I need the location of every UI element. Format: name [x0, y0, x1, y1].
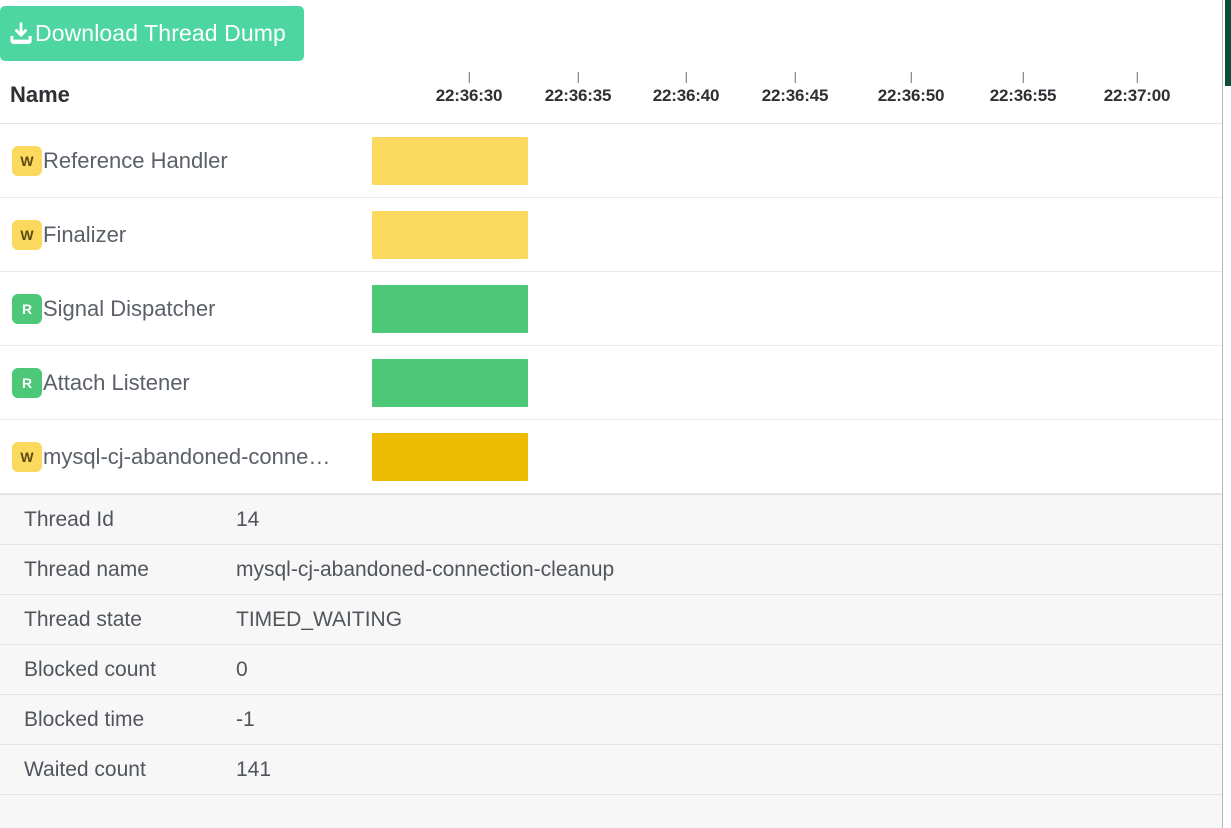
- axis-tick-mark: [1022, 72, 1024, 83]
- thread-state-badge: R: [12, 368, 42, 398]
- detail-key: Thread name: [24, 557, 149, 581]
- download-icon: [8, 21, 34, 47]
- download-thread-dump-button[interactable]: Download Thread Dump: [0, 6, 304, 61]
- thread-row[interactable]: Wmysql-cj-abandoned-conne…: [0, 420, 1222, 494]
- right-scrollbar[interactable]: [1222, 0, 1231, 828]
- thread-state-badge: W: [12, 442, 42, 472]
- axis-tick: 22:36:50: [878, 72, 944, 106]
- thread-state-badge: W: [12, 220, 42, 250]
- detail-value: 14: [236, 507, 260, 531]
- thread-rows: W Reference Handler W Finalizer R Signal Disp…: [0, 124, 1222, 494]
- thread-timeline-bar[interactable]: [372, 359, 528, 407]
- thread-detail-table: Thread Id 14 Thread name mysql-cj-abandoned…: [0, 494, 1222, 828]
- axis-tick: 22:36:30: [436, 72, 502, 106]
- axis-tick: 22:36:55: [990, 72, 1056, 106]
- detail-key: Blocked count: [24, 657, 156, 681]
- detail-value: 0: [236, 657, 248, 681]
- detail-row: [0, 795, 1222, 828]
- axis-tick-mark: [910, 72, 912, 83]
- thread-state-badge: W: [12, 146, 42, 176]
- timeline-header: Name 22:36:30 22:36:35 22:36:40 22:36:45 22:…: [0, 66, 1222, 124]
- axis-tick-label: 22:36:50: [877, 86, 945, 105]
- axis-tick-label: 22:37:00: [1103, 86, 1171, 105]
- thread-row[interactable]: R Signal Dispatcher: [0, 272, 1222, 346]
- axis-tick-label: 22:36:40: [652, 86, 720, 105]
- thread-row[interactable]: W Finalizer: [0, 198, 1222, 272]
- detail-value: 141: [236, 757, 272, 781]
- thread-timeline-bar[interactable]: [372, 211, 528, 259]
- axis-tick: 22:37:00: [1104, 72, 1170, 106]
- thread-name: Finalizer: [43, 222, 127, 247]
- thread-row-label: R Attach Listener: [12, 346, 190, 420]
- detail-row: Thread Id 14: [0, 495, 1222, 545]
- thread-name: Reference Handler: [43, 148, 228, 173]
- thread-state-badge: R: [12, 294, 42, 324]
- axis-tick-mark: [468, 72, 470, 83]
- download-thread-dump-label: Download Thread Dump: [35, 20, 286, 46]
- detail-row: Blocked time -1: [0, 695, 1222, 745]
- detail-row: Waited count 141: [0, 745, 1222, 795]
- axis-tick-label: 22:36:30: [435, 86, 503, 105]
- thread-row-label: R Signal Dispatcher: [12, 272, 215, 346]
- thread-timeline-bar[interactable]: [372, 137, 528, 185]
- scrollbar-thumb[interactable]: [1225, 0, 1231, 86]
- axis-tick-label: 22:36:35: [544, 86, 612, 105]
- detail-value: mysql-cj-abandoned-connection-cleanup: [236, 557, 615, 581]
- thread-name: Attach Listener: [43, 370, 190, 395]
- axis-tick-mark: [577, 72, 579, 83]
- detail-key: Waited count: [24, 757, 146, 781]
- detail-row: Blocked count 0: [0, 645, 1222, 695]
- thread-timeline-bar[interactable]: [372, 433, 528, 481]
- toolbar: Download Thread Dump: [0, 0, 1222, 66]
- thread-timeline-view: Download Thread Dump Name 22:36:30 22:36:…: [0, 0, 1231, 828]
- detail-key: Thread state: [24, 607, 142, 631]
- axis-tick: 22:36:40: [653, 72, 719, 106]
- thread-row-label: Wmysql-cj-abandoned-conne…: [12, 420, 330, 494]
- axis-tick-label: 22:36:55: [989, 86, 1057, 105]
- thread-name: Signal Dispatcher: [43, 296, 216, 321]
- thread-row[interactable]: R Attach Listener: [0, 346, 1222, 420]
- detail-row: Thread name mysql-cj-abandoned-connection…: [0, 545, 1222, 595]
- name-column-header: Name: [10, 82, 70, 107]
- axis-tick-label: 22:36:45: [761, 86, 829, 105]
- detail-key: Blocked time: [24, 707, 145, 731]
- detail-value: -1: [236, 707, 255, 731]
- detail-row: Thread state TIMED_WAITING: [0, 595, 1222, 645]
- axis-tick: 22:36:45: [762, 72, 828, 106]
- axis-tick: 22:36:35: [545, 72, 611, 106]
- detail-value: TIMED_WAITING: [236, 607, 403, 631]
- thread-row-label: W Reference Handler: [12, 124, 228, 198]
- axis-tick-mark: [794, 72, 796, 83]
- thread-timeline-bar[interactable]: [372, 285, 528, 333]
- axis-tick-mark: [685, 72, 687, 83]
- detail-key: Thread Id: [24, 507, 114, 531]
- thread-row-label: W Finalizer: [12, 198, 126, 272]
- axis-tick-mark: [1136, 72, 1138, 83]
- thread-row[interactable]: W Reference Handler: [0, 124, 1222, 198]
- thread-name: mysql-cj-abandoned-conne…: [43, 444, 331, 469]
